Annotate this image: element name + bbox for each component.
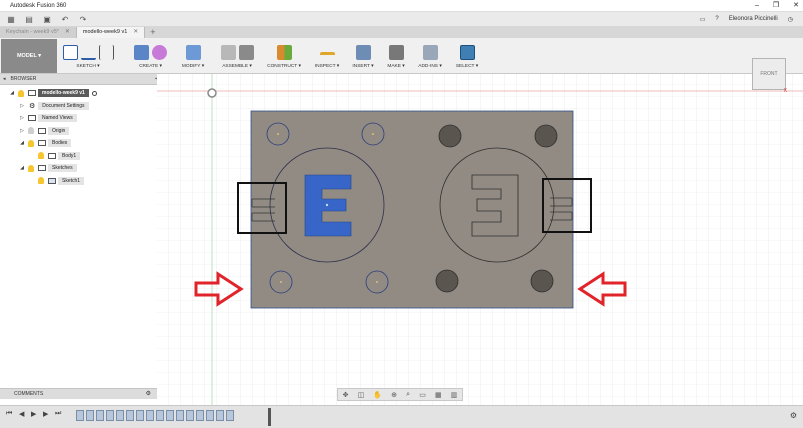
timeline-feature-icon[interactable] — [106, 410, 114, 421]
right-bottom-hole[interactable] — [435, 269, 459, 293]
timeline-track — [76, 410, 234, 422]
hole-center-point — [277, 133, 279, 135]
pan-icon[interactable]: ✋ — [373, 391, 382, 399]
go-to-start-icon[interactable]: ⏮ — [6, 410, 12, 418]
node-label[interactable]: Origin — [48, 126, 70, 135]
viewcube-face-label[interactable]: FRONT — [760, 71, 777, 77]
expand-arrow-icon[interactable]: ▷ — [18, 103, 26, 109]
sketch-icon — [48, 177, 56, 184]
visibility-bulb-icon[interactable] — [28, 164, 34, 172]
fit-icon[interactable]: ⌕ — [406, 391, 410, 399]
right-top-hole[interactable] — [438, 124, 462, 148]
timeline-feature-icon[interactable] — [166, 410, 174, 421]
folder-icon — [38, 140, 46, 147]
right-bottom-hole[interactable] — [530, 269, 554, 293]
expand-arrow-icon[interactable]: ▷ — [18, 128, 26, 134]
timeline-feature-icon[interactable] — [156, 410, 164, 421]
go-to-end-icon[interactable]: ⏭ — [55, 410, 61, 418]
browser-header[interactable]: ◂ BROWSER ▪ — [0, 74, 157, 85]
tree-body1[interactable]: Body1 — [0, 150, 157, 163]
tree-origin[interactable]: ▷ Origin — [0, 125, 157, 138]
node-label[interactable]: Sketch1 — [58, 176, 85, 185]
sketch-center-point — [325, 203, 329, 207]
orbit-icon[interactable]: ✥ — [343, 391, 349, 399]
root-label[interactable]: modello-week9 v1 — [38, 89, 89, 98]
timeline-feature-icon[interactable] — [116, 410, 124, 421]
viewport[interactable] — [0, 0, 803, 428]
node-label[interactable]: Bodies — [48, 139, 72, 148]
visibility-bulb-icon[interactable] — [38, 177, 44, 185]
hole-center-point — [376, 281, 378, 283]
folder-icon — [38, 127, 46, 134]
pin-icon[interactable]: ▪ — [155, 76, 157, 82]
timeline-feature-icon[interactable] — [136, 410, 144, 421]
plate-body[interactable] — [250, 110, 574, 309]
x-axis-label: X — [783, 88, 787, 94]
timeline-feature-icon[interactable] — [226, 410, 234, 421]
expand-arrow-icon[interactable]: ◢ — [18, 140, 26, 146]
node-label[interactable]: Named Views — [38, 114, 77, 123]
timeline-feature-icon[interactable] — [126, 410, 134, 421]
expand-arrow-icon[interactable]: ◢ — [18, 165, 26, 171]
tree-bodies[interactable]: ◢ Bodies — [0, 137, 157, 150]
visibility-bulb-icon[interactable] — [38, 152, 44, 160]
visibility-bulb-icon[interactable] — [18, 89, 24, 97]
tree-document-settings[interactable]: ▷ ⚙ Document Settings — [0, 100, 157, 113]
timeline-feature-icon[interactable] — [76, 410, 84, 421]
timeline-feature-icon[interactable] — [176, 410, 184, 421]
collapse-icon[interactable]: ◂ — [3, 76, 6, 82]
timeline-marker[interactable] — [268, 408, 271, 426]
tree-root[interactable]: ◢ modello-week9 v1 — [0, 87, 157, 100]
visibility-bulb-icon[interactable] — [28, 139, 34, 147]
browser-panel: ◂ BROWSER ▪ ◢ modello-week9 v1 ▷ ⚙ Docum… — [0, 74, 157, 187]
tree-sketches[interactable]: ◢ Sketches — [0, 162, 157, 175]
browser-tree: ◢ modello-week9 v1 ▷ ⚙ Document Settings… — [0, 85, 157, 187]
step-forward-icon[interactable]: ▶ — [43, 410, 48, 418]
viewcube[interactable]: FRONT X — [752, 58, 787, 94]
timeline-feature-icon[interactable] — [186, 410, 194, 421]
comments-label: COMMENTS — [14, 391, 44, 397]
gear-icon[interactable]: ⚙ — [790, 411, 797, 420]
timeline: ⏮ ◀ ▶ ▶ ⏭ ⚙ — [0, 405, 803, 428]
timeline-feature-icon[interactable] — [196, 410, 204, 421]
timeline-feature-icon[interactable] — [96, 410, 104, 421]
node-label[interactable]: Document Settings — [38, 101, 89, 110]
browser-title: BROWSER — [10, 76, 37, 82]
timeline-feature-icon[interactable] — [146, 410, 154, 421]
expand-arrow-icon[interactable]: ▷ — [18, 115, 26, 121]
timeline-feature-icon[interactable] — [216, 410, 224, 421]
origin-marker — [207, 88, 217, 98]
right-top-hole[interactable] — [534, 124, 558, 148]
expand-arrow-icon[interactable]: ◢ — [8, 90, 16, 96]
grid-settings-icon[interactable]: ▦ — [435, 391, 442, 399]
visibility-bulb-icon[interactable] — [28, 127, 34, 135]
play-icon[interactable]: ▶ — [31, 410, 36, 418]
folder-icon — [38, 165, 46, 172]
node-label[interactable]: Sketches — [48, 164, 77, 173]
look-at-icon[interactable]: ◫ — [358, 391, 365, 399]
activate-radio-icon[interactable] — [91, 90, 97, 96]
tree-named-views[interactable]: ▷ Named Views — [0, 112, 157, 125]
viewports-icon[interactable]: ▥ — [451, 391, 458, 399]
body-icon — [48, 152, 56, 159]
document-icon — [28, 90, 36, 97]
gear-icon: ⚙ — [29, 102, 36, 110]
hole-center-point — [372, 133, 374, 135]
step-back-icon[interactable]: ◀ — [19, 410, 24, 418]
gear-icon[interactable]: ⚙ — [146, 389, 151, 400]
folder-icon — [28, 115, 36, 122]
timeline-feature-icon[interactable] — [86, 410, 94, 421]
navigation-bar: ✥ ◫ ✋ ⊕ ⌕ ▭ ▦ ▥ — [337, 388, 463, 401]
display-settings-icon[interactable]: ▭ — [419, 391, 426, 399]
node-label[interactable]: Body1 — [58, 151, 81, 160]
hole-center-point — [280, 281, 282, 283]
zoom-icon[interactable]: ⊕ — [391, 391, 397, 399]
comments-panel[interactable]: COMMENTS ⚙ — [0, 388, 157, 399]
tree-sketch1[interactable]: Sketch1 — [0, 175, 157, 188]
timeline-feature-icon[interactable] — [206, 410, 214, 421]
